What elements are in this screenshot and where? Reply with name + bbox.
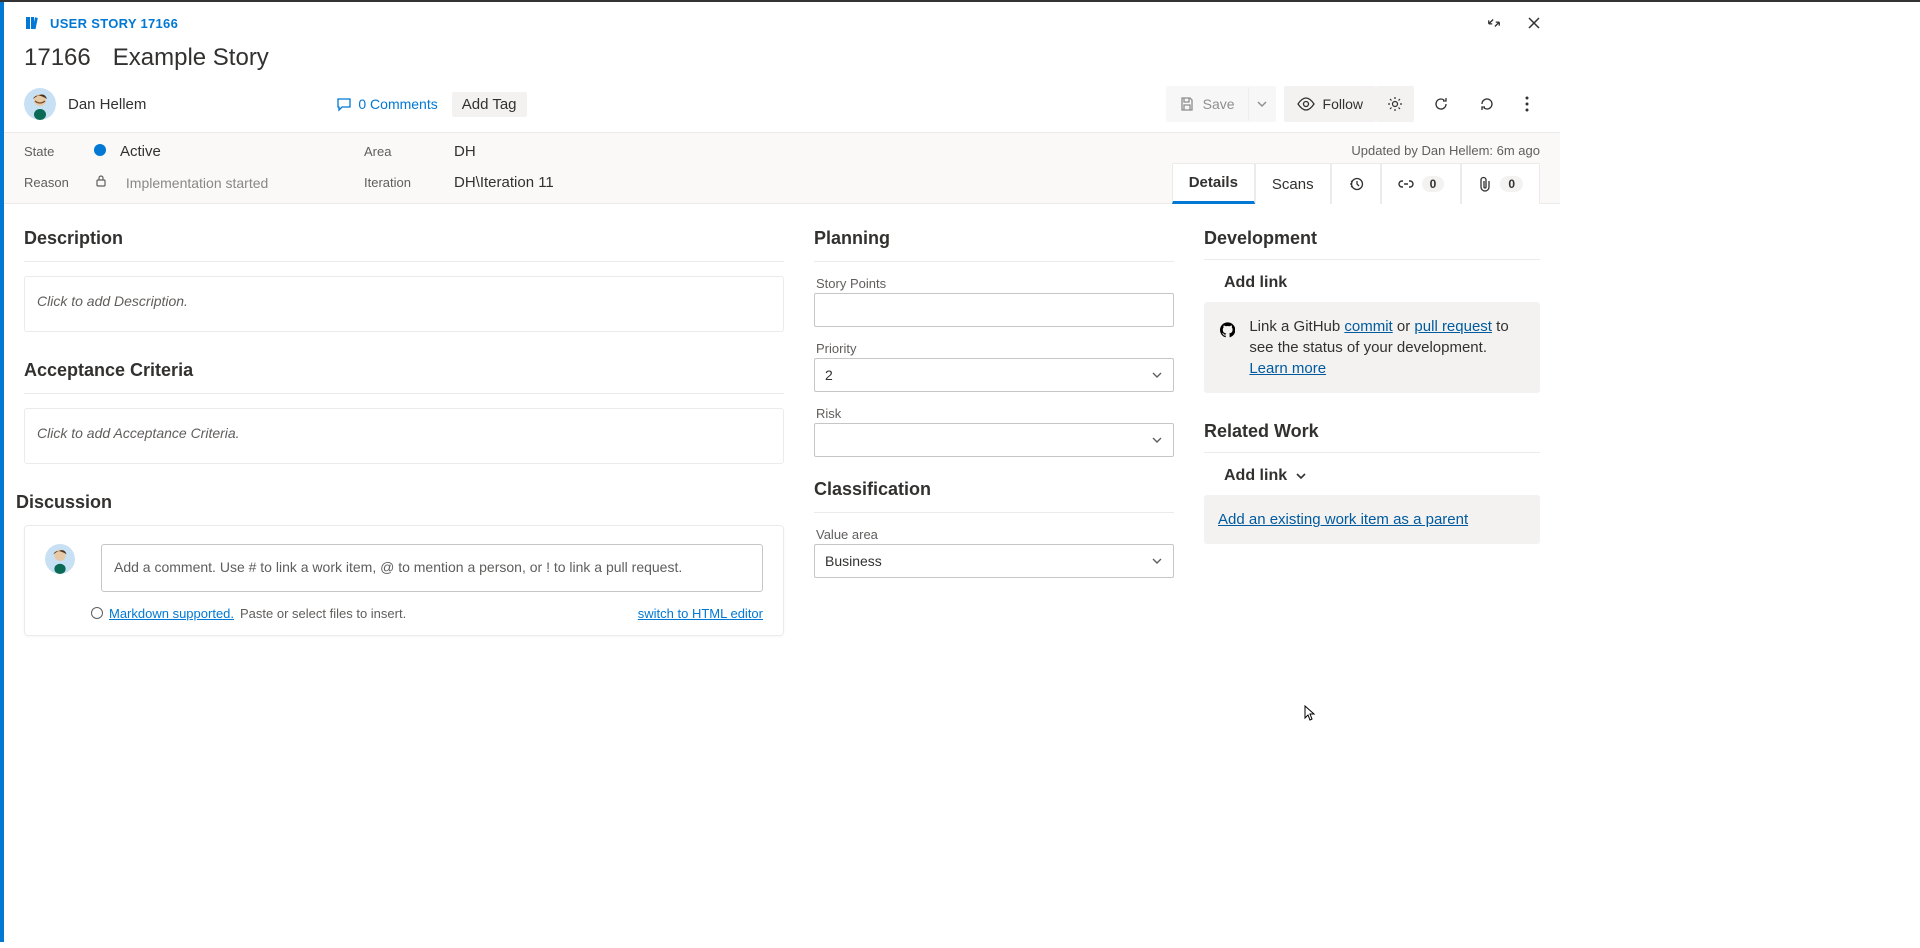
- restore-icon[interactable]: [1484, 13, 1504, 33]
- body: Description Click to add Description. Ac…: [4, 204, 1560, 660]
- tab-attachments[interactable]: 0: [1461, 163, 1540, 204]
- related-add-link-dropdown[interactable]: Add link: [1224, 467, 1540, 485]
- story-points-label: Story Points: [816, 276, 1174, 291]
- tab-details[interactable]: Details: [1172, 163, 1255, 204]
- priority-label: Priority: [816, 341, 1174, 356]
- tab-history[interactable]: [1331, 163, 1381, 204]
- comments-link[interactable]: 0 Comments: [336, 96, 437, 112]
- comment-icon: [336, 96, 352, 112]
- add-tag-button[interactable]: Add Tag: [452, 92, 527, 117]
- acceptance-heading: Acceptance Criteria: [24, 360, 784, 381]
- paste-hint: Paste or select files to insert.: [240, 606, 406, 621]
- save-button: Save: [1166, 86, 1248, 122]
- book-icon: [24, 15, 40, 31]
- avatar[interactable]: [24, 88, 56, 120]
- history-icon: [1348, 176, 1364, 192]
- commit-link[interactable]: commit: [1344, 318, 1392, 335]
- area-value[interactable]: DH: [454, 143, 754, 160]
- development-add-link[interactable]: Add link: [1224, 274, 1540, 292]
- state-label: State: [24, 144, 54, 159]
- work-item-id: 17166: [24, 44, 91, 72]
- description-input[interactable]: Click to add Description.: [24, 276, 784, 332]
- markdown-supported-link[interactable]: Markdown supported.: [91, 606, 234, 621]
- work-item-title[interactable]: Example Story: [113, 44, 269, 72]
- link-icon: [1398, 177, 1414, 191]
- add-parent-card: Add an existing work item as a parent: [1204, 495, 1540, 544]
- refresh-button[interactable]: [1422, 86, 1460, 122]
- add-parent-link[interactable]: Add an existing work item as a parent: [1218, 511, 1468, 528]
- updated-by: Updated by Dan Hellem: 6m ago: [1351, 143, 1540, 158]
- switch-editor-link[interactable]: switch to HTML editor: [638, 606, 763, 621]
- github-icon: [1220, 316, 1235, 344]
- avatar: [45, 544, 75, 574]
- reason-label: Reason: [24, 175, 94, 190]
- iteration-label: Iteration: [364, 175, 454, 190]
- titlebar: USER STORY 17166: [4, 2, 1560, 38]
- github-hint-card: Link a GitHub commit or pull request to …: [1204, 302, 1540, 393]
- story-points-input[interactable]: [814, 293, 1174, 327]
- attachment-icon: [1478, 176, 1492, 192]
- learn-more-link[interactable]: Learn more: [1249, 360, 1326, 377]
- state-value[interactable]: Active: [94, 143, 364, 160]
- kebab-icon: [1525, 96, 1529, 112]
- follow-settings-button[interactable]: [1376, 86, 1414, 122]
- work-item-type: USER STORY 17166: [50, 16, 178, 31]
- comment-input[interactable]: Add a comment. Use # to link a work item…: [101, 544, 763, 592]
- save-dropdown: [1248, 86, 1276, 122]
- refresh-icon: [1433, 96, 1449, 112]
- tab-links[interactable]: 0: [1381, 163, 1462, 204]
- undo-button[interactable]: [1468, 86, 1506, 122]
- work-item-dialog: USER STORY 17166 17166 Example Story Dan…: [0, 2, 1560, 942]
- gear-icon: [1387, 96, 1403, 112]
- discussion-heading: Discussion: [16, 492, 784, 513]
- related-work-heading: Related Work: [1204, 421, 1540, 442]
- chevron-down-icon: [1151, 369, 1163, 381]
- pull-request-link[interactable]: pull request: [1414, 318, 1492, 335]
- chevron-down-icon: [1151, 555, 1163, 567]
- follow-button[interactable]: Follow: [1284, 86, 1376, 122]
- undo-icon: [1479, 96, 1495, 112]
- priority-select[interactable]: 2: [814, 358, 1174, 392]
- save-icon: [1179, 96, 1195, 112]
- value-area-label: Value area: [816, 527, 1174, 542]
- more-actions-button[interactable]: [1514, 86, 1540, 122]
- discussion-card: Add a comment. Use # to link a work item…: [24, 525, 784, 636]
- eye-icon: [1297, 97, 1315, 111]
- area-label: Area: [364, 144, 391, 159]
- risk-label: Risk: [816, 406, 1174, 421]
- acceptance-input[interactable]: Click to add Acceptance Criteria.: [24, 408, 784, 464]
- classification-heading: Classification: [814, 479, 1174, 500]
- chevron-down-icon: [1151, 434, 1163, 446]
- iteration-value[interactable]: DH\Iteration 11: [454, 174, 754, 191]
- risk-select[interactable]: [814, 423, 1174, 457]
- development-heading: Development: [1204, 228, 1540, 249]
- tab-group: Details Scans 0 0: [1172, 163, 1540, 204]
- planning-heading: Planning: [814, 228, 1174, 249]
- assigned-to[interactable]: Dan Hellem: [68, 96, 146, 113]
- work-item-subheader: Dan Hellem 0 Comments Add Tag Save Follo…: [4, 86, 1560, 132]
- lock-icon: [94, 174, 108, 188]
- tab-scans[interactable]: Scans: [1255, 163, 1331, 204]
- work-item-header: 17166 Example Story: [4, 38, 1560, 86]
- chevron-down-icon: [1295, 470, 1307, 482]
- close-icon[interactable]: [1524, 13, 1544, 33]
- value-area-select[interactable]: Business: [814, 544, 1174, 578]
- meta-strip: Updated by Dan Hellem: 6m ago State Acti…: [4, 132, 1560, 204]
- chevron-down-icon: [1257, 99, 1267, 109]
- reason-value: Implementation started: [94, 174, 364, 191]
- description-heading: Description: [24, 228, 784, 249]
